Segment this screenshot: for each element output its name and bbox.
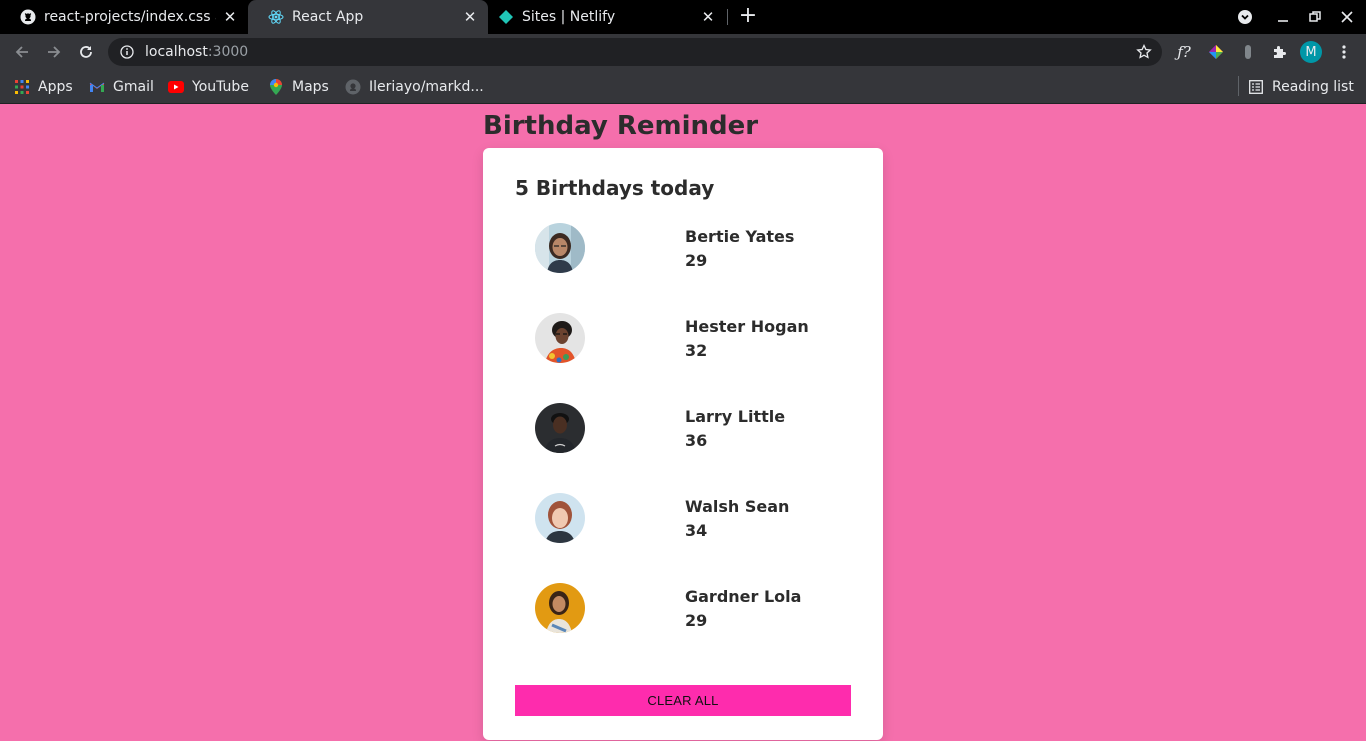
arrow-left-icon bbox=[15, 46, 28, 58]
person-age: 29 bbox=[685, 611, 708, 630]
formula-extension-icon[interactable]: ƒ? bbox=[1172, 40, 1196, 64]
gmail-icon bbox=[89, 79, 105, 95]
avatar bbox=[535, 583, 585, 633]
bookmarks-separator bbox=[1238, 76, 1239, 96]
avatar bbox=[535, 313, 585, 363]
reading-list-button[interactable]: Reading list bbox=[1248, 76, 1354, 98]
page-title: Birthday Reminder bbox=[483, 111, 759, 141]
tab-title: Sites | Netlify bbox=[522, 9, 616, 25]
person-name: Walsh Sean bbox=[685, 497, 790, 516]
restore-icon[interactable] bbox=[1299, 0, 1331, 34]
person-row: Gardner Lola 29 bbox=[483, 583, 883, 643]
minimize-icon[interactable] bbox=[1267, 0, 1299, 34]
person-row: Walsh Sean 34 bbox=[483, 493, 883, 553]
bookmark-label: Maps bbox=[292, 79, 329, 95]
tab-separator bbox=[727, 9, 728, 25]
site-info-icon[interactable] bbox=[119, 44, 135, 60]
person-row: Larry Little 36 bbox=[483, 403, 883, 463]
reading-list-label: Reading list bbox=[1272, 79, 1354, 95]
bookmark-label: Apps bbox=[38, 79, 73, 95]
reading-list-icon bbox=[1248, 79, 1264, 95]
avatar bbox=[535, 493, 585, 543]
person-age: 34 bbox=[685, 521, 708, 540]
person-name: Bertie Yates bbox=[685, 227, 795, 246]
url-text: localhost:3000 bbox=[145, 44, 249, 60]
github-icon bbox=[345, 79, 361, 95]
bookmark-youtube[interactable]: YouTube bbox=[168, 76, 249, 98]
bookmark-apps[interactable]: Apps bbox=[14, 76, 73, 98]
person-age: 36 bbox=[685, 431, 708, 450]
github-icon bbox=[20, 9, 36, 25]
person-age: 32 bbox=[685, 341, 708, 360]
maps-icon bbox=[268, 79, 284, 95]
new-tab-button[interactable]: + bbox=[737, 5, 759, 28]
bookmark-label: Ileriayo/markd... bbox=[369, 79, 484, 95]
react-icon bbox=[268, 9, 284, 25]
reload-button[interactable] bbox=[72, 38, 100, 66]
netlify-icon bbox=[498, 9, 514, 25]
close-window-icon[interactable] bbox=[1331, 0, 1363, 34]
person-row: Bertie Yates 29 bbox=[483, 223, 883, 283]
forward-button[interactable] bbox=[40, 38, 68, 66]
tab-search-icon[interactable] bbox=[1229, 0, 1261, 34]
birthdays-count-heading: 5 Birthdays today bbox=[515, 176, 715, 200]
person-row: Hester Hogan 32 bbox=[483, 313, 883, 373]
bookmark-github-markdown[interactable]: Ileriayo/markd... bbox=[345, 76, 484, 98]
profile-avatar[interactable]: M bbox=[1300, 41, 1322, 63]
clear-all-button[interactable]: CLEAR ALL bbox=[515, 685, 851, 716]
grey-extension-icon[interactable] bbox=[1236, 40, 1260, 64]
avatar bbox=[535, 403, 585, 453]
tab-netlify[interactable]: Sites | Netlify ✕ bbox=[488, 0, 726, 34]
close-tab-icon[interactable]: ✕ bbox=[462, 9, 478, 25]
back-button[interactable] bbox=[8, 38, 36, 66]
person-name: Larry Little bbox=[685, 407, 786, 426]
bookmark-gmail[interactable]: Gmail bbox=[89, 76, 154, 98]
tab-github[interactable]: react-projects/index.css a ✕ bbox=[0, 0, 248, 34]
person-name: Hester Hogan bbox=[685, 317, 809, 336]
tab-react-app[interactable]: React App ✕ bbox=[248, 0, 488, 34]
bookmark-star-icon[interactable] bbox=[1134, 42, 1154, 62]
reload-icon bbox=[80, 46, 92, 58]
bookmark-label: YouTube bbox=[192, 79, 249, 95]
arrow-right-icon bbox=[48, 46, 61, 58]
close-tab-icon[interactable]: ✕ bbox=[222, 9, 238, 25]
youtube-icon bbox=[168, 79, 184, 95]
tab-title: React App bbox=[292, 9, 364, 25]
tab-strip: react-projects/index.css a ✕ React App ✕… bbox=[0, 0, 1366, 34]
apps-grid-icon bbox=[14, 79, 30, 95]
avatar bbox=[535, 223, 585, 273]
close-tab-icon[interactable]: ✕ bbox=[700, 9, 716, 25]
color-extension-icon[interactable] bbox=[1204, 40, 1228, 64]
person-age: 29 bbox=[685, 251, 708, 270]
browser-toolbar: localhost:3000 ƒ? M bbox=[0, 34, 1366, 70]
tab-title: react-projects/index.css a bbox=[44, 9, 216, 25]
person-name: Gardner Lola bbox=[685, 587, 802, 606]
bookmarks-bar: Apps Gmail YouTube Maps Ileriayo/markd..… bbox=[0, 70, 1366, 104]
profile-initial: M bbox=[1305, 44, 1317, 60]
menu-kebab-icon[interactable] bbox=[1332, 40, 1356, 64]
extensions-puzzle-icon[interactable] bbox=[1268, 40, 1292, 64]
birthday-card: 5 Birthdays today Bertie Yates 29 Hester… bbox=[483, 148, 883, 740]
bookmark-label: Gmail bbox=[113, 79, 154, 95]
bookmark-maps[interactable]: Maps bbox=[268, 76, 329, 98]
address-bar[interactable]: localhost:3000 bbox=[108, 38, 1162, 66]
